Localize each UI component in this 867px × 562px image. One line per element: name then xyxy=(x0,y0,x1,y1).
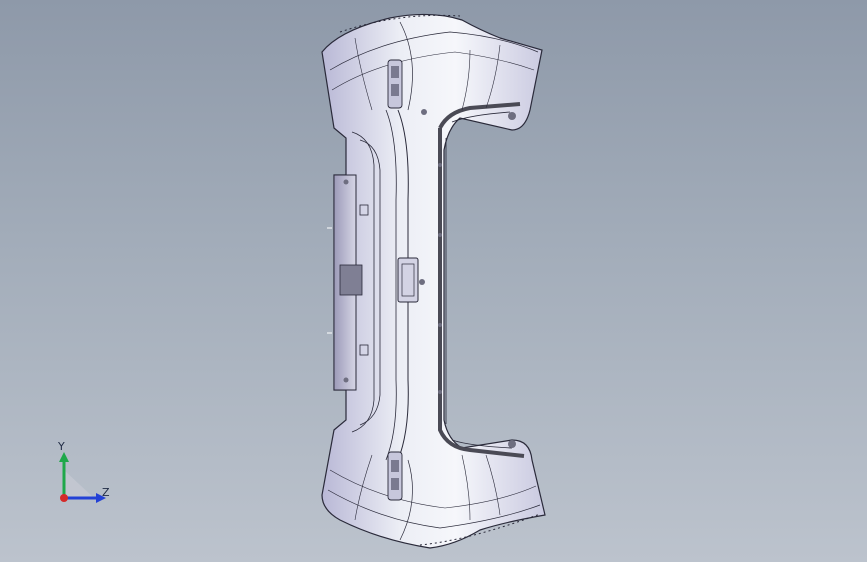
z-axis-label: Z xyxy=(102,486,110,499)
bumper-model[interactable] xyxy=(0,0,867,562)
flange-window xyxy=(339,264,363,296)
graphics-viewport[interactable]: Y Z xyxy=(0,0,867,562)
triad-icon xyxy=(59,452,106,503)
bottom-slot-group xyxy=(387,451,403,501)
top-slot-group xyxy=(387,59,403,109)
y-axis-label: Y xyxy=(58,440,65,453)
coordinate-triad: Y Z xyxy=(44,436,124,516)
